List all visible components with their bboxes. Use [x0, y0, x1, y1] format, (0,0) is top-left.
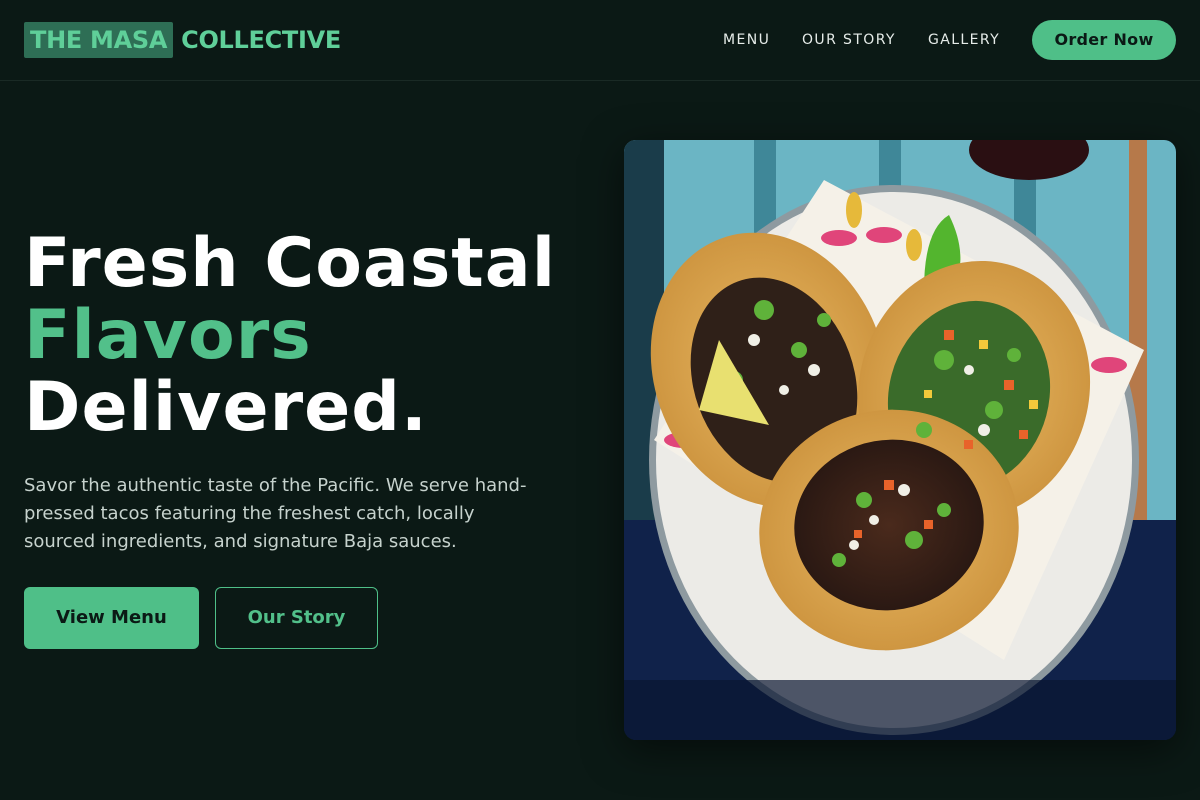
- our-story-button[interactable]: Our Story: [215, 587, 378, 649]
- nav-link-our-story[interactable]: OUR STORY: [802, 30, 896, 50]
- headline-line-2: Flavors: [24, 296, 312, 375]
- tacos-photo: [624, 140, 1176, 740]
- main-nav: MENU OUR STORY GALLERY: [0, 30, 1200, 50]
- order-now-button[interactable]: Order Now: [1032, 20, 1176, 60]
- nav-link-gallery[interactable]: GALLERY: [928, 30, 1000, 50]
- headline-line-3: Delivered.: [24, 368, 428, 447]
- headline-line-1: Fresh Coastal: [24, 224, 556, 303]
- site-header: THE MASA COLLECTIVE MENU OUR STORY GALLE…: [0, 0, 1200, 81]
- view-menu-button[interactable]: View Menu: [24, 587, 199, 649]
- hero-headline: Fresh Coastal Flavors Delivered.: [24, 228, 604, 444]
- nav-link-menu[interactable]: MENU: [723, 30, 770, 50]
- hero-description: Savor the authentic taste of the Pacific…: [24, 475, 527, 552]
- tacos-photo-illustration: [624, 140, 1176, 740]
